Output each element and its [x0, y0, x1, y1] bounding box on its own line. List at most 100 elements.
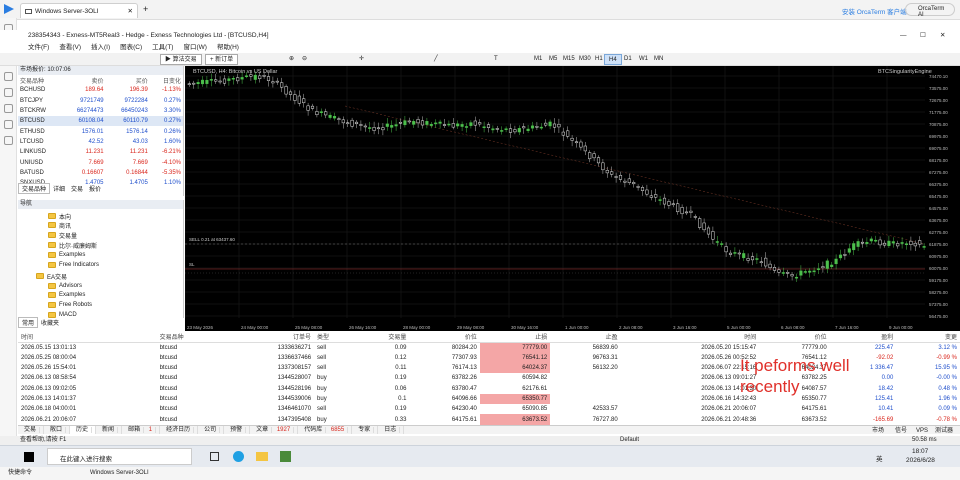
close-icon[interactable]: ✕ — [128, 7, 133, 15]
nav-tab-common[interactable]: 常用 — [18, 317, 39, 328]
toolbox-tab[interactable]: 敞口 — [44, 426, 71, 434]
tf-m1[interactable]: M1 — [530, 54, 546, 65]
algo-trading-button[interactable]: ▶ 算法交易 — [160, 54, 202, 65]
nav-item[interactable]: 交易量 — [48, 230, 77, 240]
trades-header[interactable]: 时间 — [18, 332, 157, 343]
toolbox-tab[interactable]: 代码库 6855 — [298, 426, 353, 434]
mw-row[interactable]: BCHUSD 189.64 196.39 -1.13% — [18, 85, 183, 95]
mw-bid: 60108.04 — [78, 118, 104, 125]
settings-icon[interactable] — [4, 120, 13, 129]
trades-header[interactable]: 止损 — [479, 332, 551, 343]
mw-row[interactable]: UNIUSD 7.669 7.669 -4.10% — [18, 157, 183, 167]
trade-row[interactable]: 2026.06.21 20:06:07 btcusd 1347395408 buy 0.… — [18, 414, 960, 425]
mw-tab-trading[interactable]: 交易 — [68, 184, 86, 193]
toolbox-tab[interactable]: 历史 — [70, 426, 97, 434]
trades-header[interactable]: 变更 — [896, 332, 960, 343]
trades-header[interactable]: 止盈 — [550, 332, 621, 343]
menu-insert[interactable]: 插入(I) — [91, 42, 110, 53]
mt5-taskbar-icon[interactable] — [280, 451, 291, 462]
quick-app-label[interactable]: Windows Server-3OLI — [90, 467, 149, 480]
toolbox-tab[interactable]: 预警 — [224, 426, 251, 434]
grid-icon[interactable] — [4, 88, 13, 97]
candle-body — [882, 242, 887, 246]
menu-tools[interactable]: 工具(T) — [152, 42, 173, 53]
price-chart[interactable]: 74470.10 73575.00 72675.00 71775.00 70875.00… — [184, 66, 960, 331]
edge-icon[interactable] — [233, 451, 244, 462]
status-signal[interactable]: 信号 — [895, 427, 907, 436]
menu-window[interactable]: 窗口(W) — [183, 42, 206, 53]
taskbar-lang[interactable]: 英 — [876, 453, 883, 463]
menu-file[interactable]: 文件(F) — [28, 42, 49, 53]
app-logo-icon — [4, 4, 14, 14]
status-vps[interactable]: VPS — [916, 427, 928, 436]
nav-item[interactable]: Examples — [48, 250, 85, 260]
install-client-link[interactable]: 安装 OrcaTerm 客户端 — [842, 6, 907, 16]
mw-row[interactable]: BTCJPY 9721749 9722284 0.27% — [18, 96, 183, 106]
quick-commands[interactable]: 快捷命令 — [8, 467, 32, 480]
folder-icon[interactable] — [4, 136, 13, 145]
tf-mn[interactable]: MN — [650, 54, 667, 65]
mw-row[interactable]: BTCUSD 60108.04 60110.79 0.27% — [18, 116, 183, 127]
mw-symbol: BCHUSD — [20, 87, 46, 94]
nav-item[interactable]: Examples — [48, 290, 85, 300]
new-tab-button[interactable]: + — [143, 4, 148, 14]
toolbox-tab[interactable]: 经济日历 — [160, 426, 199, 434]
trendline-icon[interactable]: ╱ — [430, 54, 442, 65]
terminal-icon[interactable] — [4, 104, 13, 113]
toolbox-tab[interactable]: 专家 — [352, 426, 379, 434]
nav-item-label: Free Robots — [59, 302, 93, 308]
trades-header[interactable]: 交易量 — [354, 332, 410, 343]
mw-tab-details[interactable]: 详细 — [50, 184, 68, 193]
status-market[interactable]: 市场 — [872, 427, 884, 436]
windows-start-icon[interactable] — [24, 452, 34, 462]
crosshair-icon[interactable]: ✛ — [355, 54, 368, 65]
mw-row[interactable]: BATUSD 0.16607 0.16844 -5.35% — [18, 168, 183, 178]
trades-header[interactable]: 订单号 — [224, 332, 315, 343]
toolbox-tab[interactable]: 公司 — [198, 426, 225, 434]
mw-row[interactable]: LINKUSD 11.231 11.231 -6.21% — [18, 147, 183, 157]
nav-item[interactable]: EA交易 — [36, 271, 67, 281]
maximize-button[interactable]: ☐ — [920, 30, 926, 42]
price-axis-label: 70875.00 — [929, 122, 948, 127]
new-order-button[interactable]: + 新订单 — [205, 54, 239, 65]
toolbox-tab[interactable]: 交易 — [18, 426, 45, 434]
menu-help[interactable]: 帮助(H) — [217, 42, 239, 53]
mw-row[interactable]: LTCUSD 42.52 43.03 1.60% — [18, 137, 183, 147]
explorer-icon[interactable] — [256, 452, 268, 461]
mw-tab-ticks[interactable]: 报价 — [86, 184, 104, 193]
minimize-button[interactable]: — — [900, 30, 907, 42]
os-tab[interactable]: Windows Server-3OLI ✕ — [20, 3, 138, 18]
toolbox-tab[interactable]: 新闻 — [96, 426, 123, 434]
trade-row[interactable]: 2026.05.15 13:01:13 btcusd 1333636271 sell 0… — [18, 342, 960, 353]
trades-header[interactable]: 价位 — [409, 332, 480, 343]
zoom-out-icon[interactable]: ⊖ — [298, 54, 311, 65]
nav-item[interactable]: Free Robots — [48, 300, 92, 310]
mw-row[interactable]: BTCKRW 66274473 66450243 3.30% — [18, 106, 183, 116]
chart-icon[interactable] — [4, 72, 13, 81]
trades-header[interactable]: 价位 — [759, 332, 830, 343]
toolbox-tab[interactable]: 日志 — [378, 426, 405, 434]
task-view-icon[interactable] — [210, 452, 219, 461]
orcaterm-ai-button[interactable]: OrcaTerm AI — [905, 3, 955, 18]
trades-header[interactable]: 类型 — [314, 332, 355, 343]
menu-view[interactable]: 查看(V) — [59, 42, 81, 53]
nav-item[interactable]: 商讯 — [48, 220, 71, 230]
trades-header[interactable]: 时间 — [620, 332, 760, 343]
status-tester[interactable]: 测试器 — [935, 427, 953, 436]
nav-item[interactable]: 比尔·威廉姆斯 — [48, 240, 97, 250]
close-button[interactable]: ✕ — [940, 30, 945, 42]
toolbox-tab[interactable]: 文章 1927 — [250, 426, 299, 434]
trades-header[interactable]: 交易品种 — [156, 332, 225, 343]
menu-chart[interactable]: 图表(C) — [120, 42, 142, 53]
zoom-in-icon[interactable]: ⊕ — [285, 54, 298, 65]
tf-d1[interactable]: D1 — [620, 54, 636, 65]
mw-row[interactable]: ETHUSD 1576.01 1576.14 0.26% — [18, 126, 183, 136]
nav-tab-favorites[interactable]: 收藏夹 — [38, 318, 62, 327]
nav-item[interactable]: Free Indicators — [48, 260, 99, 270]
mw-tab-symbols[interactable]: 交易品种 — [18, 183, 51, 194]
trade-row[interactable]: 2026.06.18 04:00:01 btcusd 1346461070 sell 0… — [18, 404, 960, 414]
text-icon[interactable]: T — [490, 54, 502, 65]
taskbar-search[interactable]: 在此键入进行搜索 — [47, 448, 192, 465]
toolbox-tab[interactable]: 邮箱 1 — [122, 426, 161, 434]
trades-header[interactable]: 盈利 — [829, 332, 897, 343]
